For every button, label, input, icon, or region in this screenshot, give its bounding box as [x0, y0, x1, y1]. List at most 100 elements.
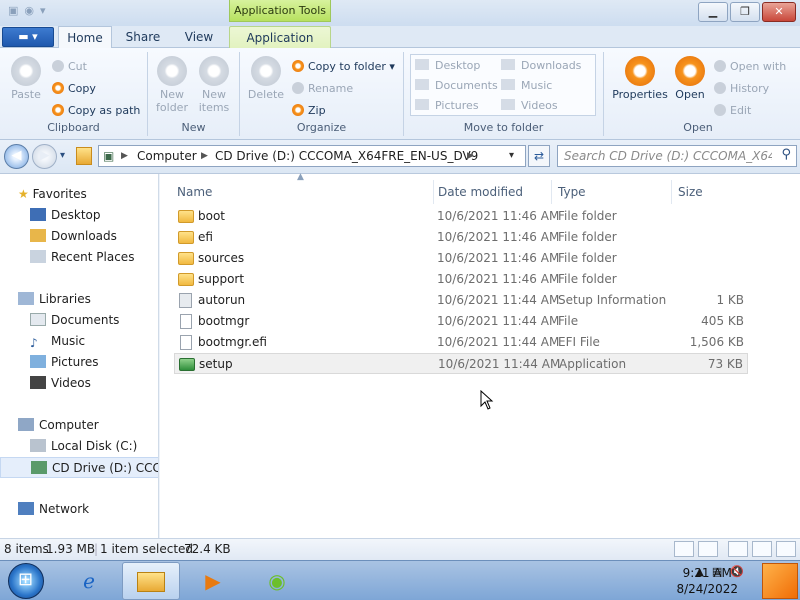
nav-item-cd-drive[interactable]: CD Drive (D:) CCCOMA_X64FRE_EN-US_DV9 — [0, 457, 158, 478]
recent-locations-icon[interactable]: ▾ — [60, 150, 65, 161]
tab-home[interactable]: Home — [58, 26, 112, 49]
nav-item-music[interactable]: ♪ Music — [30, 331, 158, 352]
copy-as-path-icon — [52, 104, 64, 116]
start-button[interactable] — [8, 563, 44, 599]
file-row-support[interactable]: support 10/6/2021 11:46 AM File folder — [174, 269, 748, 290]
move-to-videos[interactable]: Videos — [501, 99, 558, 112]
zip-icon — [292, 104, 304, 116]
internet-explorer-icon[interactable]: ℯ — [60, 562, 118, 600]
nav-item-pictures[interactable]: Pictures — [30, 352, 158, 373]
pictures-icon — [30, 355, 46, 368]
details-pane-icon[interactable] — [752, 541, 772, 557]
tab-application[interactable]: Application — [229, 26, 331, 49]
file-explorer-taskbar-button[interactable] — [122, 562, 180, 600]
nav-network[interactable]: Network — [18, 499, 158, 520]
search-input[interactable] — [558, 146, 772, 166]
nav-item-recent-places[interactable]: Recent Places — [30, 247, 158, 268]
back-button[interactable]: ◀ — [4, 144, 29, 169]
context-tab-title: Application Tools — [229, 0, 331, 22]
history-button[interactable]: History — [714, 82, 769, 96]
zip-button[interactable]: Zip — [292, 104, 326, 118]
nav-item-documents[interactable]: Documents — [30, 310, 158, 331]
move-to-documents[interactable]: Documents — [415, 79, 498, 92]
breadcrumb-computer[interactable]: Computer — [137, 146, 197, 166]
large-icons-view-icon[interactable] — [698, 541, 718, 557]
status-bar: 8 items 1.93 MB | 1 item selected 72.4 K… — [0, 538, 800, 560]
open-icon — [675, 56, 705, 86]
file-icon — [180, 335, 192, 350]
move-to-downloads[interactable]: Downloads — [501, 59, 581, 72]
file-row-efi[interactable]: efi 10/6/2021 11:46 AM File folder — [174, 227, 748, 248]
column-header-name[interactable]: Name — [160, 180, 434, 204]
search-box: ⚲ — [557, 145, 797, 167]
address-history-dropdown-icon[interactable]: ▾ — [509, 146, 514, 166]
desktop-icon — [30, 208, 46, 221]
rename-icon — [292, 82, 304, 94]
move-to-music[interactable]: Music — [501, 79, 552, 92]
address-bar[interactable]: ▣ ▶ Computer ▶ CD Drive (D:) CCCOMA_X64F… — [98, 145, 526, 167]
copy-button[interactable]: Copy — [52, 82, 96, 96]
minimize-button[interactable]: ▁ — [698, 2, 728, 22]
navigation-pane-icon[interactable] — [776, 541, 796, 557]
details-view-icon[interactable] — [674, 541, 694, 557]
media-player-icon[interactable]: ▶ — [184, 562, 242, 600]
tab-view[interactable]: View — [172, 26, 226, 48]
nav-favorites[interactable]: ★ Favorites — [18, 184, 158, 205]
column-header-date[interactable]: Date modified — [434, 180, 552, 204]
column-header-size[interactable]: Size — [672, 180, 752, 204]
move-to-pictures[interactable]: Pictures — [415, 99, 479, 112]
open-button[interactable]: Open — [670, 56, 710, 101]
file-row-boot[interactable]: boot 10/6/2021 11:46 AM File folder — [174, 206, 748, 227]
show-desktop-button[interactable] — [762, 563, 798, 599]
rename-button[interactable]: Rename — [292, 82, 353, 96]
new-folder-button[interactable]: New folder — [152, 56, 192, 114]
organize-group-label: Organize — [296, 121, 347, 134]
cut-button[interactable]: Cut — [52, 60, 87, 74]
up-folder-icon[interactable] — [76, 147, 92, 165]
breadcrumb-cd-drive[interactable]: CD Drive (D:) CCCOMA_X64FRE_EN-US_DV9 — [215, 146, 478, 166]
maximize-button[interactable]: ❐ — [730, 2, 760, 22]
clock[interactable]: 9:21 AM 8/24/2022 — [676, 565, 738, 597]
file-row-setup[interactable]: setup 10/6/2021 11:44 AM Application 73 … — [174, 353, 748, 374]
paste-icon — [11, 56, 41, 86]
paste-button[interactable]: Paste — [6, 56, 46, 101]
refresh-button[interactable]: ⇄ — [528, 145, 550, 167]
tab-share[interactable]: Share — [116, 26, 170, 48]
nav-libraries[interactable]: Libraries — [18, 289, 158, 310]
nav-item-local-disk[interactable]: Local Disk (C:) — [30, 436, 158, 457]
app-icon[interactable]: ◉ — [248, 562, 306, 600]
forward-button[interactable]: ▶ — [32, 144, 57, 169]
copy-as-path-button[interactable]: Copy as path — [52, 104, 140, 118]
file-menu-button[interactable]: ▬ ▾ — [2, 27, 54, 47]
file-row-sources[interactable]: sources 10/6/2021 11:46 AM File folder — [174, 248, 748, 269]
downloads-icon — [30, 229, 46, 242]
quick-access-properties-icon[interactable]: ▣ — [8, 4, 18, 17]
file-row-autorun[interactable]: autorun 10/6/2021 11:44 AM Setup Informa… — [174, 290, 748, 311]
file-row-bootmgr[interactable]: bootmgr 10/6/2021 11:44 AM File 405 KB — [174, 311, 748, 332]
status-selected-count: 1 item selected — [100, 542, 194, 556]
network-icon — [18, 502, 34, 515]
edit-button[interactable]: Edit — [714, 104, 751, 118]
clock-time: 9:21 AM — [682, 566, 732, 580]
preview-pane-icon[interactable] — [728, 541, 748, 557]
quick-access-toolbar: ▣ ◉ ▾ — [8, 4, 46, 17]
move-to-desktop[interactable]: Desktop — [415, 59, 480, 72]
file-row-bootmgr-efi[interactable]: bootmgr.efi 10/6/2021 11:44 AM EFI File … — [174, 332, 748, 353]
close-button[interactable]: ✕ — [762, 2, 796, 22]
copy-to-folder-button[interactable]: Copy to folder ▾ — [292, 60, 395, 74]
column-header-type[interactable]: Type — [552, 180, 672, 204]
nav-item-desktop[interactable]: Desktop — [30, 205, 158, 226]
open-group: Properties Open Open with History Edit O… — [604, 52, 792, 136]
title-bar: ▣ ◉ ▾ Application Tools ▁ ❐ ✕ — [0, 0, 800, 26]
quick-access-customize-icon[interactable]: ▾ — [40, 4, 46, 17]
new-items-button[interactable]: New items — [194, 56, 234, 114]
local-disk-icon — [30, 439, 46, 452]
nav-item-downloads[interactable]: Downloads — [30, 226, 158, 247]
delete-button[interactable]: Delete — [246, 56, 286, 101]
properties-button[interactable]: Properties — [612, 56, 668, 101]
open-with-button[interactable]: Open with — [714, 60, 786, 74]
nav-item-videos[interactable]: Videos — [30, 373, 158, 394]
nav-computer[interactable]: Computer — [18, 415, 158, 436]
search-icon[interactable]: ⚲ — [781, 147, 791, 162]
quick-access-new-folder-icon[interactable]: ◉ — [24, 4, 34, 17]
